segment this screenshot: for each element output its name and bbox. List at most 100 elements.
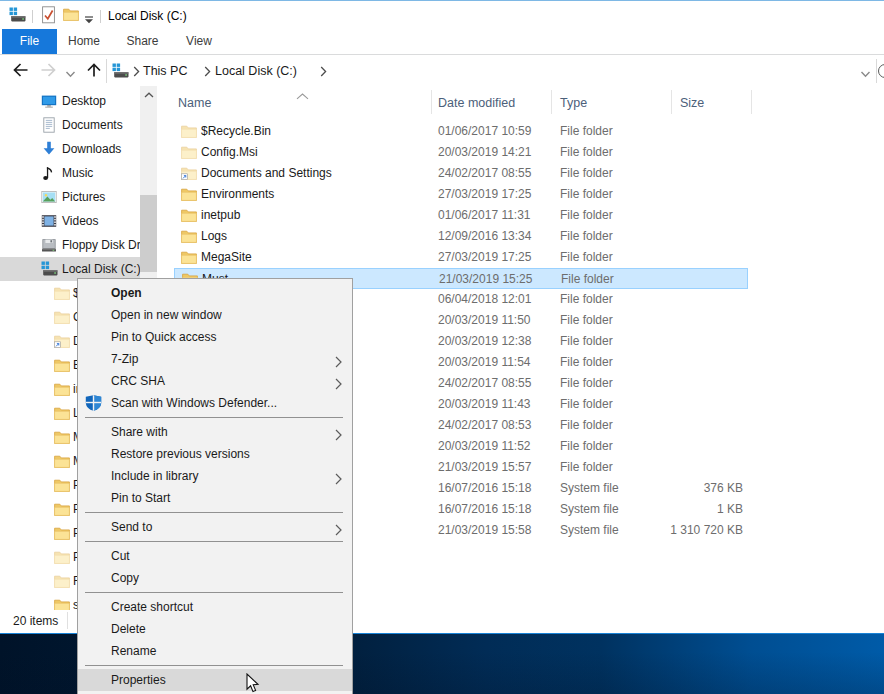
file-type: System file xyxy=(560,481,619,495)
column-separator[interactable] xyxy=(671,90,672,114)
file-date: 20/03/2019 14:21 xyxy=(438,145,531,159)
menu-item-send-to[interactable]: Send to xyxy=(78,516,352,538)
file-type: System file xyxy=(560,523,619,537)
column-separator[interactable] xyxy=(431,90,432,114)
menu-item-rename[interactable]: Rename xyxy=(78,640,352,662)
table-row[interactable]: Config.Msi 20/03/2019 14:21 File folder xyxy=(174,142,748,163)
menu-item-delete[interactable]: Delete xyxy=(78,618,352,640)
address-drive-icon xyxy=(112,63,129,82)
menu-item-share-with[interactable]: Share with xyxy=(78,421,352,443)
address-dropdown-chevron-icon[interactable] xyxy=(860,67,871,81)
file-name: $Recycle.Bin xyxy=(201,124,271,138)
menu-separator xyxy=(85,541,343,542)
file-type: File folder xyxy=(560,229,613,243)
menu-item-restore-previous-versions[interactable]: Restore previous versions xyxy=(78,443,352,465)
file-date: 27/03/2019 17:25 xyxy=(438,250,531,264)
file-date: 21/03/2019 15:57 xyxy=(438,460,531,474)
tab-file[interactable]: File xyxy=(2,29,57,54)
menu-item-label: Scan with Windows Defender... xyxy=(111,396,277,410)
file-name: Config.Msi xyxy=(201,145,258,159)
breadcrumb-this-pc[interactable]: This PC xyxy=(143,64,187,78)
column-header-size[interactable]: Size xyxy=(680,96,704,110)
menu-item-cut[interactable]: Cut xyxy=(78,545,352,567)
table-row[interactable]: Logs12/09/2016 13:34File folder xyxy=(174,226,748,247)
file-date: 01/06/2017 10:59 xyxy=(438,124,531,138)
breadcrumb-chevron-icon[interactable] xyxy=(133,66,140,80)
menu-item-open-in-new-window[interactable]: Open in new window xyxy=(78,304,352,326)
menu-item-include-in-library[interactable]: Include in library xyxy=(78,465,352,487)
table-row[interactable]: MegaSite27/03/2019 17:25File folder xyxy=(174,247,748,268)
recent-locations-chevron-icon[interactable] xyxy=(65,67,76,81)
column-separator[interactable] xyxy=(551,90,552,114)
table-row[interactable]: $Recycle.Bin01/06/2017 10:59File folder xyxy=(174,121,748,142)
tab-home[interactable]: Home xyxy=(62,29,106,54)
file-date: 24/02/2017 08:53 xyxy=(438,418,531,432)
menu-item-label: Open in new window xyxy=(111,308,222,322)
caret-down-icon[interactable] xyxy=(84,13,94,27)
file-type: File folder xyxy=(560,250,613,264)
file-type: File folder xyxy=(560,376,613,390)
tab-share[interactable]: Share xyxy=(120,29,165,54)
menu-item-label: CRC SHA xyxy=(111,374,165,388)
menu-item-7-zip[interactable]: 7-Zip xyxy=(78,348,352,370)
file-type: File folder xyxy=(560,145,613,159)
menu-item-label: Open xyxy=(111,286,142,300)
file-type: File folder xyxy=(560,313,613,327)
window-title: Local Disk (C:) xyxy=(108,9,187,23)
menu-item-label: Restore previous versions xyxy=(111,447,250,461)
menu-item-properties[interactable]: Properties xyxy=(78,669,352,691)
back-arrow-icon[interactable] xyxy=(11,61,30,82)
file-name: Logs xyxy=(201,229,227,243)
file-type: File folder xyxy=(561,272,614,286)
tab-view[interactable]: View xyxy=(178,29,220,54)
up-arrow-icon[interactable] xyxy=(85,61,103,82)
menu-item-create-shortcut[interactable]: Create shortcut xyxy=(78,596,352,618)
column-header-type[interactable]: Type xyxy=(560,96,587,110)
scrollbar-up-icon[interactable] xyxy=(140,86,157,103)
file-date: 20/03/2019 11:52 xyxy=(438,439,531,453)
properties-quick-icon[interactable] xyxy=(40,6,57,27)
column-separator[interactable] xyxy=(751,90,752,114)
menu-item-label: Copy xyxy=(111,571,139,585)
titlebar-separator xyxy=(32,10,33,23)
menu-item-pin-to-start[interactable]: Pin to Start xyxy=(78,487,352,509)
menu-separator xyxy=(85,592,343,593)
menu-item-crc-sha[interactable]: CRC SHA xyxy=(78,370,352,392)
file-date: 21/03/2019 15:58 xyxy=(438,523,531,537)
menu-separator xyxy=(85,417,343,418)
submenu-chevron-icon xyxy=(335,521,342,543)
file-type: File folder xyxy=(560,439,613,453)
file-type: System file xyxy=(560,502,619,516)
mouse-cursor xyxy=(246,673,260,694)
breadcrumb-chevron-icon[interactable] xyxy=(320,66,327,80)
column-header-date[interactable]: Date modified xyxy=(438,96,515,110)
column-header-name[interactable]: Name xyxy=(178,96,211,110)
file-date: 27/03/2019 17:25 xyxy=(438,187,531,201)
refresh-icon[interactable] xyxy=(878,64,884,78)
menu-item-scan-with-windows-defender[interactable]: Scan with Windows Defender... xyxy=(78,392,352,414)
table-row[interactable]: Documents and Settings24/02/2017 08:55Fi… xyxy=(174,163,748,184)
file-size: 1 310 720 KB xyxy=(614,523,743,537)
file-date: 20/03/2019 11:50 xyxy=(438,313,531,327)
menu-item-copy[interactable]: Copy xyxy=(78,567,352,589)
table-row[interactable]: inetpub01/06/2017 11:31File folder xyxy=(174,205,748,226)
forward-arrow-icon[interactable] xyxy=(39,61,58,82)
folder-icon xyxy=(181,209,197,225)
sidebar-item-desktop[interactable]: Desktop xyxy=(0,89,140,113)
folder-icon xyxy=(181,230,197,246)
file-type: File folder xyxy=(560,355,613,369)
context-menu: Open Open in new window Pin to Quick acces… xyxy=(77,278,353,694)
menu-item-open[interactable]: Open xyxy=(78,282,352,304)
folder-quick-icon[interactable] xyxy=(63,8,79,24)
file-type: File folder xyxy=(560,418,613,432)
menu-item-pin-to-quick-access[interactable]: Pin to Quick access xyxy=(78,326,352,348)
file-date: 16/07/2016 15:18 xyxy=(438,481,531,495)
folder-pale-icon xyxy=(181,125,197,141)
table-row[interactable]: Environments27/03/2019 17:25File folder xyxy=(174,184,748,205)
menu-item-label: Pin to Quick access xyxy=(111,330,216,344)
folder-icon xyxy=(181,188,197,204)
menu-separator xyxy=(85,512,343,513)
breadcrumb-local-disk[interactable]: Local Disk (C:) xyxy=(215,64,297,78)
breadcrumb-chevron-icon[interactable] xyxy=(204,66,211,80)
menu-item-label: Rename xyxy=(111,644,156,658)
